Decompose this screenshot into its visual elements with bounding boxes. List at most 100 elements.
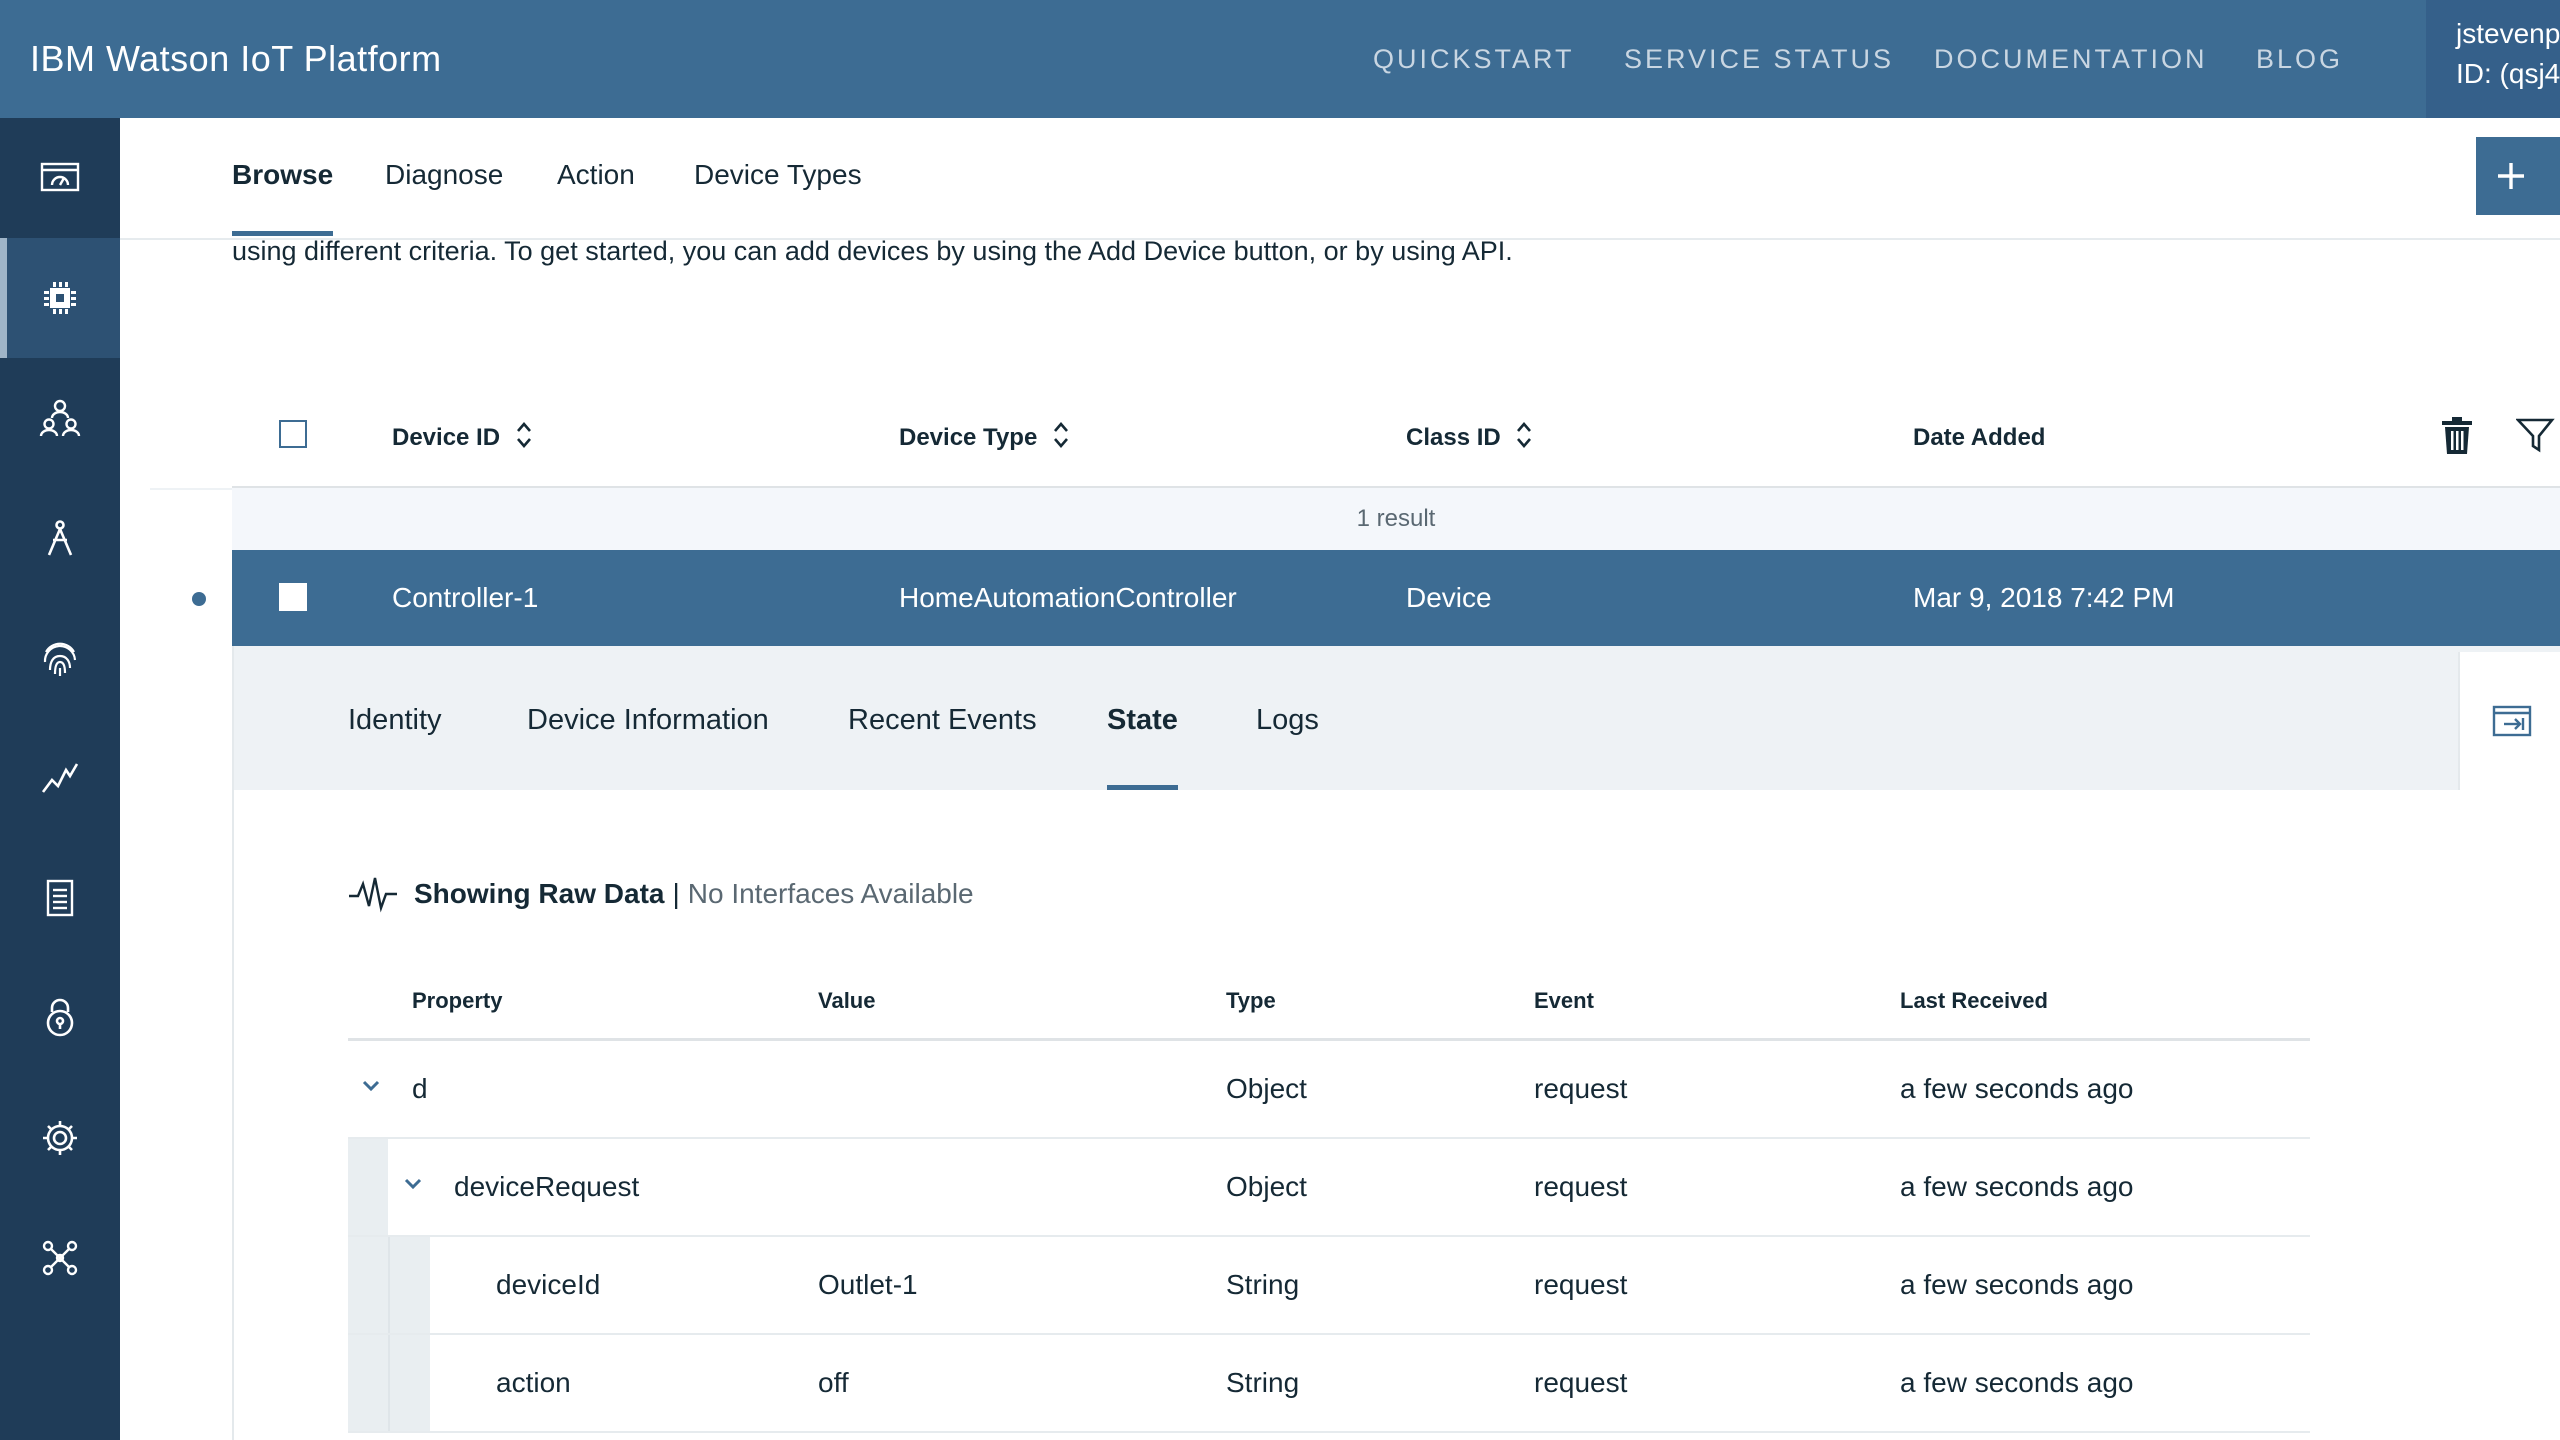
cell-date-added: Mar 9, 2018 7:42 PM — [1913, 582, 2175, 613]
column-class-id[interactable]: Class ID — [1406, 396, 1533, 486]
cell-value: Outlet-1 — [818, 1269, 918, 1300]
column-value: Value — [818, 988, 876, 1013]
add-device-button[interactable] — [2476, 137, 2560, 215]
tab-diagnose[interactable]: Diagnose — [385, 118, 503, 236]
nav-quickstart[interactable]: QUICKSTART — [1373, 0, 1575, 118]
table-row[interactable]: deviceId Outlet-1 String request a few s… — [348, 1237, 2310, 1335]
tab-logs[interactable]: Logs — [1256, 646, 1319, 790]
cell-property: deviceRequest — [454, 1171, 640, 1202]
chevron-down-icon[interactable] — [362, 1079, 380, 1093]
chevron-down-icon[interactable] — [404, 1177, 422, 1191]
cell-last-received: a few seconds ago — [1900, 1367, 2134, 1398]
members-icon — [39, 399, 81, 437]
cell-type: String — [1226, 1269, 1300, 1300]
sidebar-item-members[interactable] — [0, 358, 120, 478]
cell-event: request — [1534, 1367, 1628, 1398]
settings-icon — [43, 1121, 77, 1155]
extensions-icon — [42, 1240, 78, 1276]
cell-class-id: Device — [1406, 582, 1492, 613]
expand-panel-button[interactable] — [2458, 652, 2560, 790]
chip-icon — [44, 282, 76, 314]
sidebar-item-reports[interactable] — [0, 838, 120, 958]
sidebar-item-analytics[interactable] — [0, 718, 120, 838]
state-table-header: Property Value Type Event Last Received — [348, 966, 2310, 1041]
results-count: 1 result — [232, 488, 2560, 550]
cell-device-id: Controller-1 — [392, 582, 539, 613]
sidebar-item-dashboard[interactable] — [0, 118, 120, 238]
row-selection-indicator — [192, 592, 206, 606]
nesting-indent — [348, 1139, 388, 1235]
column-event: Event — [1534, 988, 1594, 1013]
cell-type: Object — [1226, 1171, 1307, 1202]
cell-property: d — [412, 1073, 428, 1104]
user-menu[interactable]: jstevenp ID: (qsj4 — [2426, 0, 2560, 118]
table-row[interactable]: Controller-1 HomeAutomationController De… — [232, 550, 2560, 646]
tab-browse[interactable]: Browse — [232, 118, 334, 236]
column-last-received: Last Received — [1900, 988, 2048, 1013]
column-property: Property — [412, 988, 503, 1013]
analytics-icon — [41, 763, 79, 793]
detail-tabs: Identity Device Information Recent Event… — [234, 646, 2560, 790]
security-icon — [46, 998, 74, 1037]
cell-property: deviceId — [496, 1269, 601, 1300]
select-all-checkbox[interactable] — [279, 420, 307, 448]
column-type: Type — [1226, 988, 1276, 1013]
state-table: Property Value Type Event Last Received … — [348, 966, 2310, 1433]
row-checkbox[interactable] — [279, 583, 307, 611]
device-detail-panel: Identity Device Information Recent Event… — [232, 646, 2560, 1440]
cell-value: off — [818, 1367, 849, 1398]
raw-data-separator: | — [672, 878, 680, 909]
table-row[interactable]: d Object request a few seconds ago — [348, 1041, 2310, 1139]
raw-data-heading: Showing Raw Data | No Interfaces Availab… — [348, 874, 974, 914]
top-header: IBM Watson IoT Platform QUICKSTART SERVI… — [0, 0, 2560, 118]
raw-data-title: Showing Raw Data — [414, 878, 665, 909]
row-gutter — [150, 488, 232, 490]
cell-event: request — [1534, 1269, 1628, 1300]
document-icon — [46, 879, 74, 917]
sidebar-item-extensions[interactable] — [0, 1198, 120, 1318]
sort-icon — [516, 421, 531, 448]
table-row[interactable]: action off String request a few seconds … — [348, 1335, 2310, 1433]
device-table-header: Device ID Device Type Class ID Date Adde… — [232, 396, 2560, 488]
cell-last-received: a few seconds ago — [1900, 1171, 2134, 1202]
column-device-id[interactable]: Device ID — [392, 396, 533, 486]
tab-recent-events[interactable]: Recent Events — [848, 646, 1037, 790]
sidebar-item-devices[interactable] — [0, 238, 120, 358]
nesting-indent — [388, 1335, 430, 1431]
sidebar — [0, 118, 120, 1440]
filter-icon[interactable] — [2516, 416, 2556, 456]
tab-action[interactable]: Action — [557, 118, 635, 236]
nav-documentation[interactable]: DOCUMENTATION — [1934, 0, 2207, 118]
sidebar-item-identity[interactable] — [0, 598, 120, 718]
user-org-id: ID: (qsj4 — [2456, 58, 2560, 89]
cell-last-received: a few seconds ago — [1900, 1269, 2134, 1300]
nav-service-status[interactable]: SERVICE STATUS — [1624, 0, 1894, 118]
column-date-added[interactable]: Date Added — [1913, 396, 2045, 486]
raw-data-subtitle: No Interfaces Available — [687, 878, 974, 909]
nav-blog[interactable]: BLOG — [2256, 0, 2343, 118]
column-device-id-label: Device ID — [392, 424, 501, 451]
tab-device-information[interactable]: Device Information — [527, 646, 769, 790]
cell-property: action — [496, 1367, 571, 1398]
cell-last-received: a few seconds ago — [1900, 1073, 2134, 1104]
cell-event: request — [1534, 1171, 1628, 1202]
trash-icon[interactable] — [2440, 416, 2474, 456]
sidebar-item-settings[interactable] — [0, 1078, 120, 1198]
tab-identity[interactable]: Identity — [348, 646, 442, 790]
plus-icon — [2498, 163, 2524, 189]
fingerprint-icon — [43, 642, 77, 676]
tab-state[interactable]: State — [1107, 646, 1178, 790]
cell-type: String — [1226, 1367, 1300, 1398]
cell-device-type: HomeAutomationController — [899, 582, 1237, 613]
column-device-type-label: Device Type — [899, 424, 1038, 451]
sidebar-item-apps[interactable] — [0, 478, 120, 598]
tab-device-types[interactable]: Device Types — [694, 118, 862, 236]
column-device-type[interactable]: Device Type — [899, 396, 1070, 486]
sidebar-item-security[interactable] — [0, 958, 120, 1078]
sort-icon — [1053, 421, 1068, 448]
sort-icon — [1517, 421, 1532, 448]
cell-type: Object — [1226, 1073, 1307, 1104]
brand-title[interactable]: IBM Watson IoT Platform — [30, 0, 442, 118]
apps-icon — [47, 520, 73, 556]
table-row[interactable]: deviceRequest Object request a few secon… — [348, 1139, 2310, 1237]
